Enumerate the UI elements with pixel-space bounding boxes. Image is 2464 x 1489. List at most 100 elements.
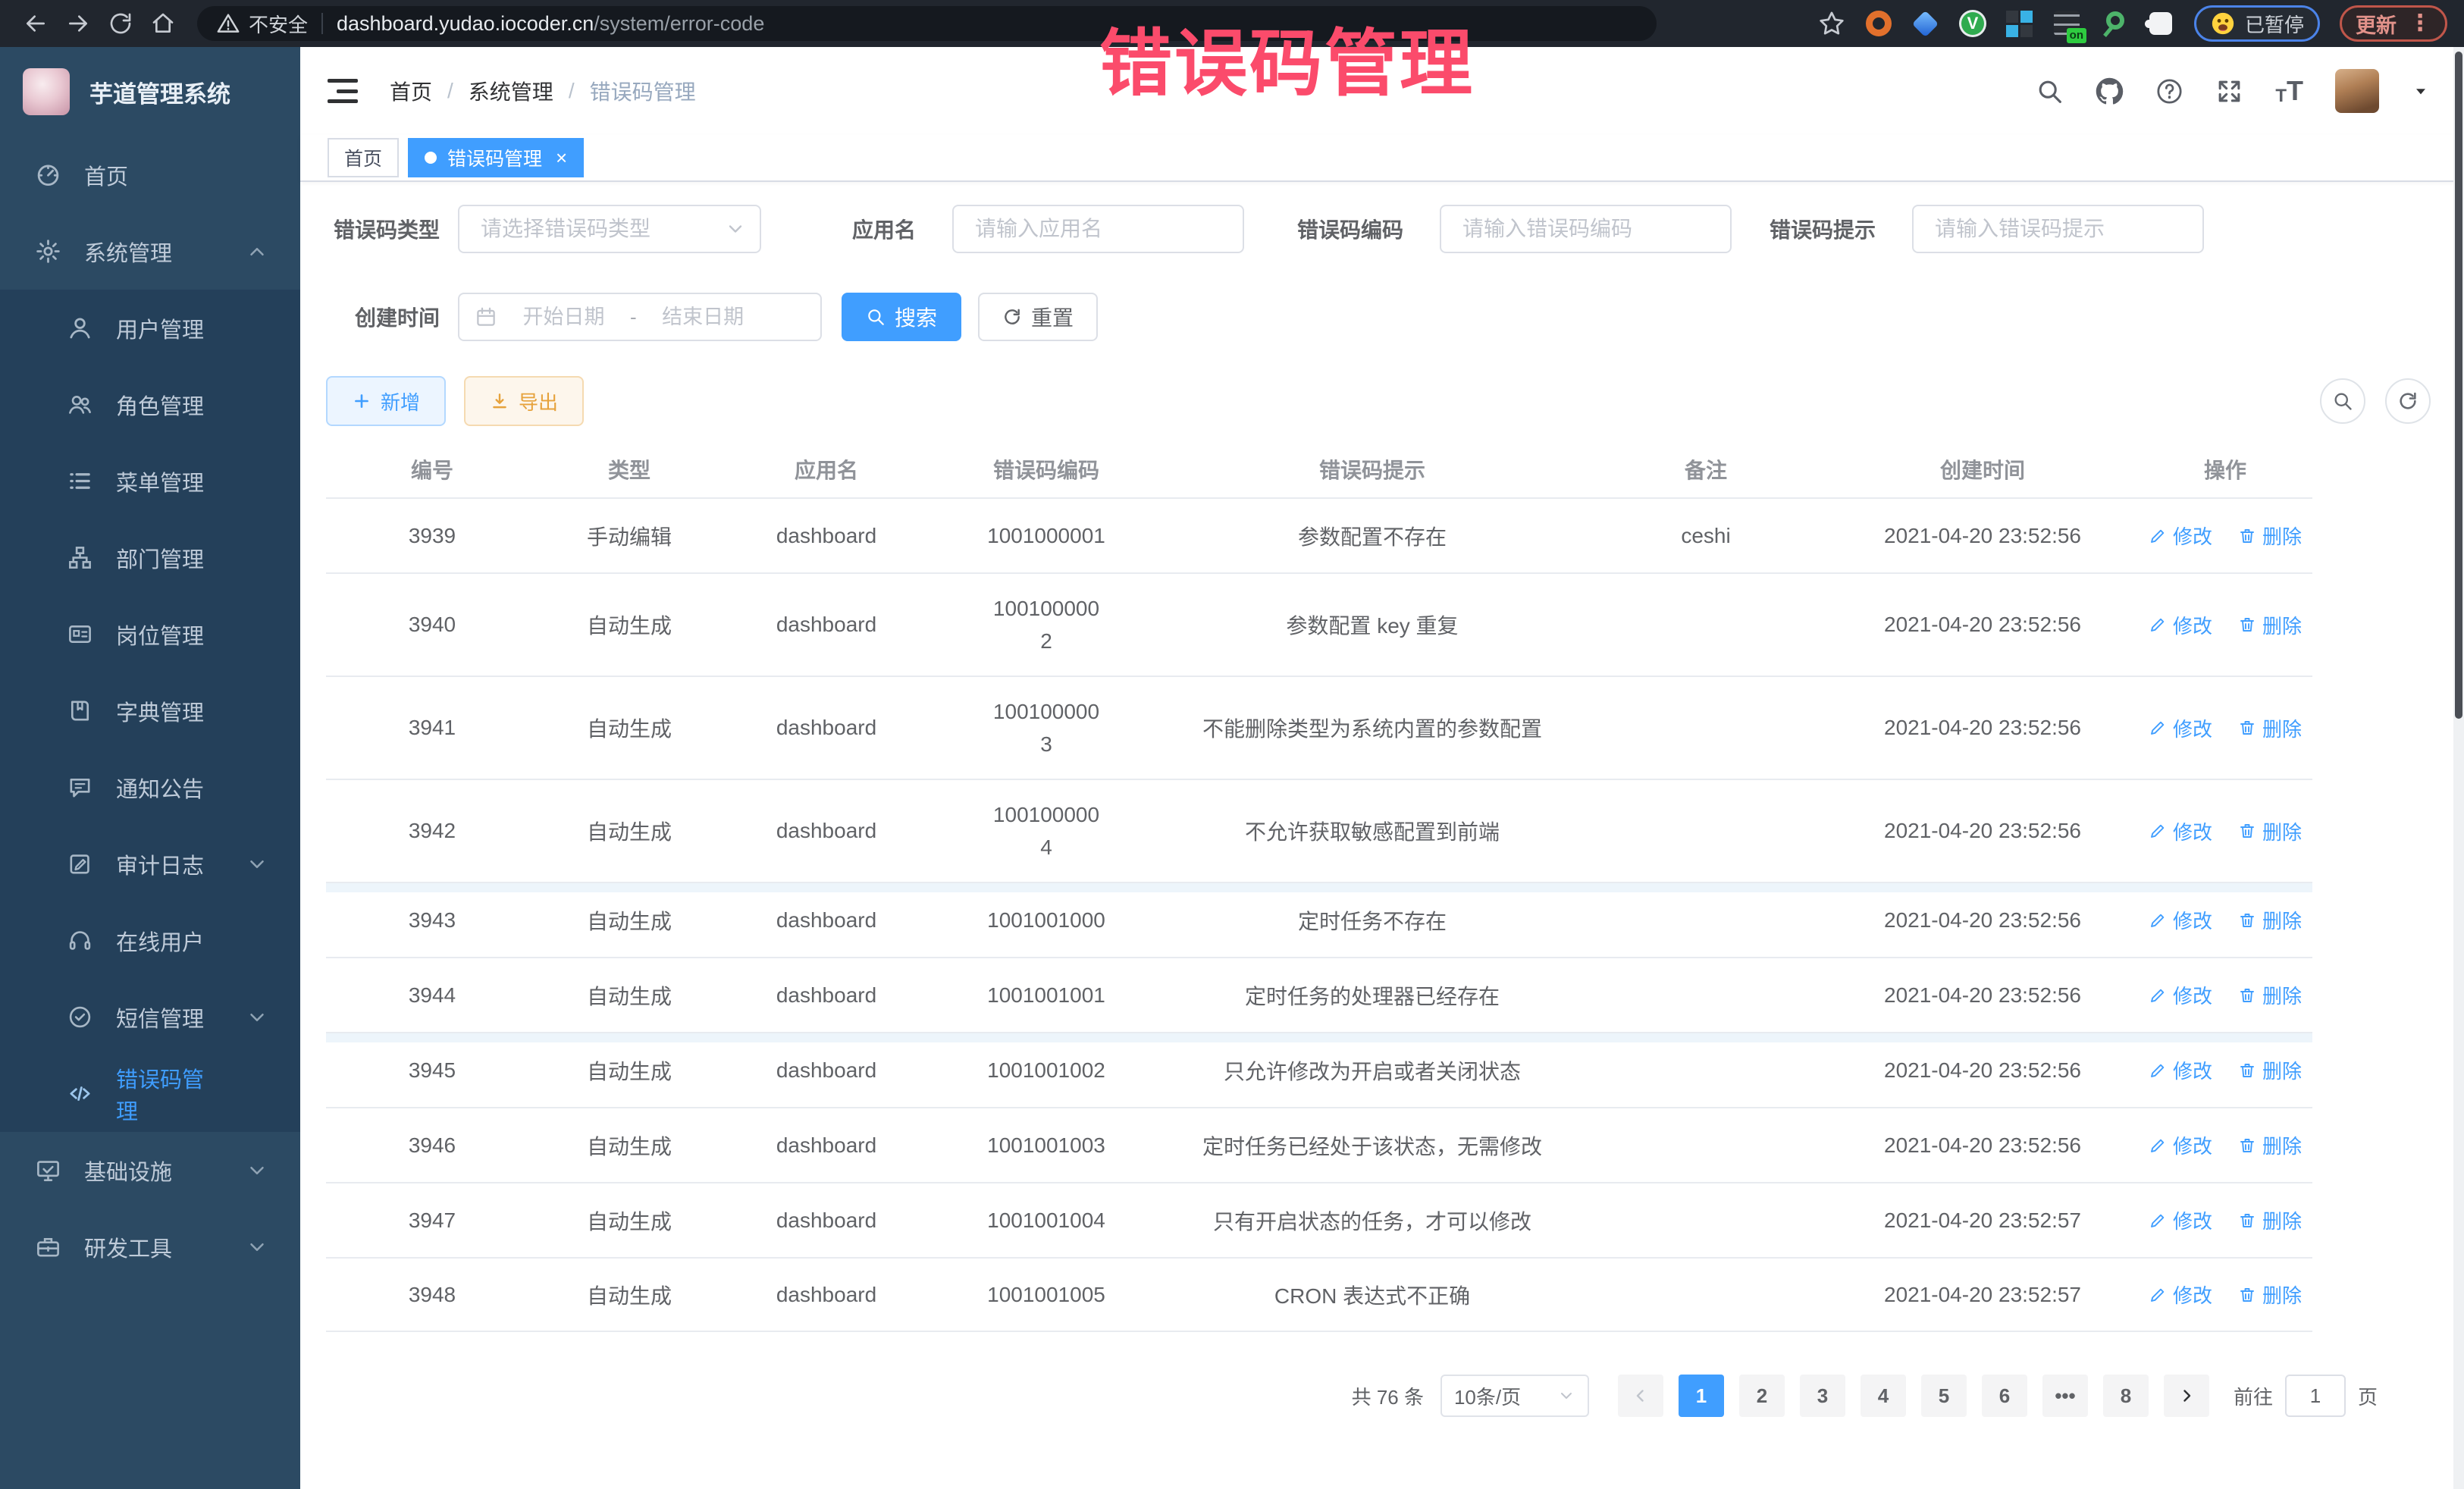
caret-down-icon[interactable] [2411,81,2431,101]
delete-button[interactable]: 删除 [2238,1206,2302,1234]
error-type-select[interactable] [458,205,761,253]
next-page-button[interactable] [2164,1375,2209,1417]
cell-code: 1001000001 [933,499,1160,572]
cell-code: 1001001002 [933,1033,1160,1107]
edit-button[interactable]: 修改 [2149,1056,2212,1084]
close-icon[interactable]: × [556,146,567,170]
edit-button[interactable]: 修改 [2149,1131,2212,1159]
column-time: 创建时间 [1827,454,2138,484]
sidebar-submenu-item[interactable]: 短信管理 [0,979,300,1055]
sidebar-submenu-item[interactable]: 在线用户 [0,902,300,979]
cell-code: 1001001003 [933,1108,1160,1182]
user-avatar[interactable] [2335,69,2379,113]
help-icon[interactable] [2155,77,2183,105]
edit-button[interactable]: 修改 [2149,1281,2212,1309]
sidebar-submenu-item[interactable]: 通知公告 [0,749,300,826]
delete-button[interactable]: 删除 [2238,1056,2302,1084]
page-button[interactable]: 6 [1982,1375,2027,1417]
sidebar-submenu-item[interactable]: 用户管理 [0,290,300,366]
sidebar-submenu-item[interactable]: 角色管理 [0,366,300,443]
browser-home-icon[interactable] [147,8,179,39]
page-scrollbar[interactable] [2453,47,2464,1489]
proxy-extension-icon[interactable]: on [2053,10,2080,37]
refresh-table-button[interactable] [2385,378,2431,424]
error-type-select-input[interactable] [458,205,761,253]
browser-reload-icon[interactable] [105,8,136,39]
v-extension-icon[interactable]: V [1959,10,1986,37]
page-button[interactable]: ••• [2042,1375,2088,1417]
delete-button[interactable]: 删除 [2238,817,2302,845]
bookmark-star-icon[interactable] [1818,10,1845,37]
cell-id: 3943 [326,883,538,957]
browser-forward-icon[interactable] [62,8,94,39]
table-header: 编号 类型 应用名 错误码编码 错误码提示 备注 创建时间 操作 [326,441,2312,497]
edit-button[interactable]: 修改 [2149,817,2212,845]
page-button[interactable]: 2 [1739,1375,1785,1417]
delete-button[interactable]: 删除 [2238,714,2302,742]
column-operations: 操作 [2138,454,2312,484]
page-button[interactable]: 8 [2103,1375,2149,1417]
search-button[interactable]: 搜索 [842,293,961,341]
sidebar-submenu-item[interactable]: 字典管理 [0,672,300,749]
delete-button[interactable]: 删除 [2238,1281,2302,1309]
sidebar-item-dev-tools[interactable]: 研发工具 [0,1208,300,1285]
error-message-input[interactable] [1912,205,2204,253]
puzzle-extension-icon[interactable] [2147,10,2174,37]
date-range-picker[interactable]: - [458,293,822,341]
start-date-input[interactable] [505,306,622,329]
delete-button[interactable]: 删除 [2238,906,2302,934]
scrollbar-thumb[interactable] [2455,52,2462,719]
page-button[interactable]: 3 [1800,1375,1845,1417]
breadcrumb-home[interactable]: 首页 [390,76,432,106]
sidebar-submenu-item[interactable]: 岗位管理 [0,596,300,672]
sidebar-item-system[interactable]: 系统管理 [0,213,300,290]
tab-error-code[interactable]: 错误码管理 × [408,138,584,177]
delete-button[interactable]: 删除 [2238,611,2302,639]
page-button[interactable]: 5 [1921,1375,1967,1417]
goto-page-input[interactable] [2285,1375,2346,1417]
squares-extension-icon[interactable] [2006,10,2033,37]
pin-extension-icon[interactable] [2100,10,2127,37]
reset-button[interactable]: 重置 [978,293,1098,341]
page-size-select[interactable]: 10条/页 [1440,1375,1589,1417]
github-icon[interactable] [2096,77,2124,105]
sidebar-submenu-item[interactable]: 部门管理 [0,519,300,596]
page-button[interactable]: 4 [1861,1375,1906,1417]
sidebar-item-home[interactable]: 首页 [0,136,300,213]
edit-button[interactable]: 修改 [2149,1206,2212,1234]
sidebar-submenu-item[interactable]: 审计日志 [0,826,300,902]
delete-button[interactable]: 删除 [2238,1131,2302,1159]
cell-message: 不允许获取敏感配置到前端 [1160,780,1585,882]
edit-button[interactable]: 修改 [2149,714,2212,742]
toggle-search-button[interactable] [2320,378,2365,424]
fullscreen-icon[interactable] [2215,77,2243,105]
donut-extension-icon[interactable] [1865,10,1892,37]
search-icon[interactable] [2036,77,2064,105]
error-code-input[interactable] [1440,205,1732,253]
edit-button[interactable]: 修改 [2149,906,2212,934]
submenu-item-icon [67,391,93,418]
prev-page-button[interactable] [1618,1375,1663,1417]
font-size-icon[interactable]: TT [2275,75,2303,107]
export-button[interactable]: 导出 [464,376,584,426]
edit-button[interactable]: 修改 [2149,522,2212,550]
add-button[interactable]: 新增 [326,376,446,426]
tab-home[interactable]: 首页 [328,138,399,177]
browser-update-button[interactable]: 更新 ⋮ [2340,5,2447,42]
browser-menu-icon[interactable]: ⋮ [2409,12,2431,35]
sidebar-submenu-item[interactable]: 菜单管理 [0,443,300,519]
gem-extension-icon[interactable] [1912,10,1939,37]
browser-back-icon[interactable] [20,8,52,39]
hamburger-icon[interactable] [328,76,361,106]
edit-button[interactable]: 修改 [2149,981,2212,1009]
breadcrumb-system[interactable]: 系统管理 [469,76,553,106]
sidebar-item-infrastructure[interactable]: 基础设施 [0,1132,300,1208]
profile-paused-badge[interactable]: 已暂停 [2194,5,2320,42]
end-date-input[interactable] [644,306,762,329]
delete-button[interactable]: 删除 [2238,981,2302,1009]
delete-button[interactable]: 删除 [2238,522,2302,550]
app-name-input[interactable] [952,205,1244,253]
page-button[interactable]: 1 [1679,1375,1724,1417]
edit-button[interactable]: 修改 [2149,611,2212,639]
sidebar-submenu-item[interactable]: 错误码管理 [0,1055,300,1132]
